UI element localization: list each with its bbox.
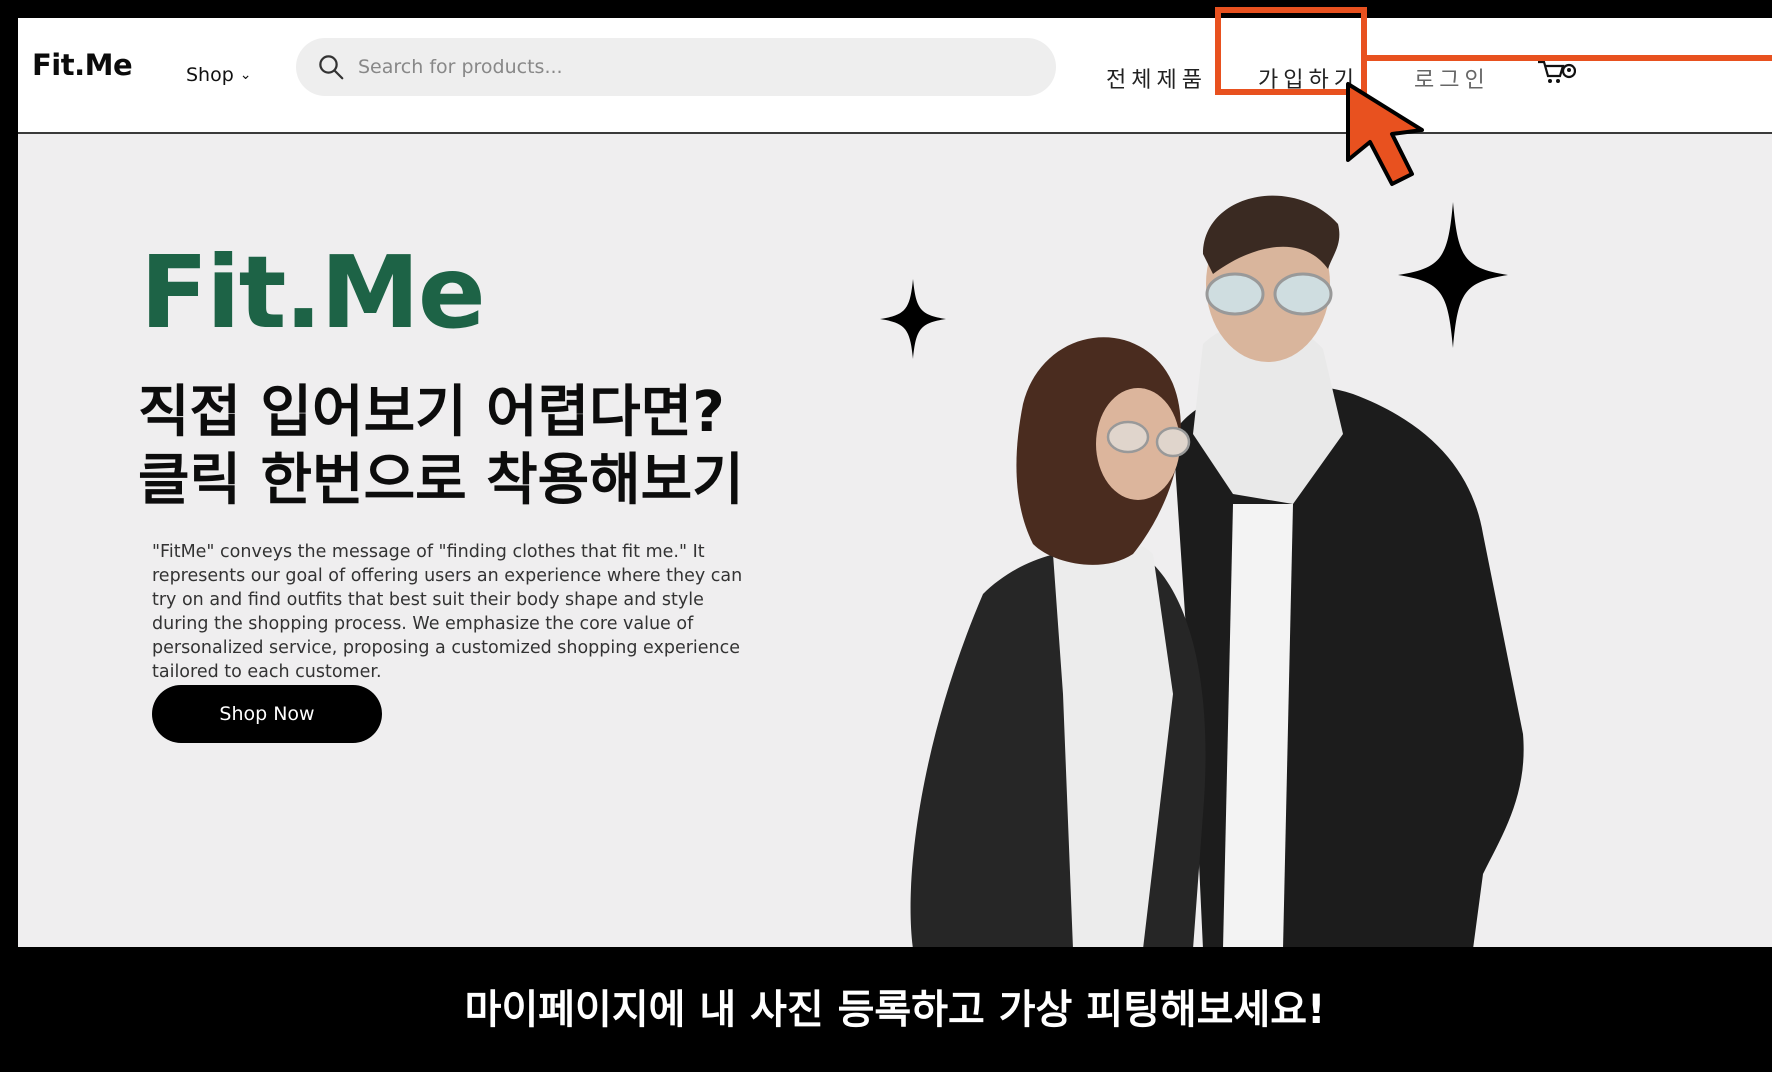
cart-user-icons — [1538, 60, 1577, 83]
headline-line-2: 클릭 한번으로 착용해보기 — [138, 448, 744, 513]
hero-brand-logo: Fit.Me — [140, 234, 486, 351]
hero-description: "FitMe" conveys the message of "finding … — [152, 542, 743, 682]
hero-section: Fit.Me 직접 입어보기 어렵다면? 클릭 한번으로 착용해보기 "FitM… — [18, 134, 1772, 947]
headline-line-1: 직접 입어보기 어렵다면? — [138, 380, 725, 445]
top-navbar: Fit.Me Shop ⌄ 전체제품 가입하기 로그인 — [18, 18, 1772, 134]
promo-banner: 마이페이지에 내 사진 등록하고 가상 피팅해보세요! — [18, 947, 1772, 1072]
cart-icon[interactable] — [1536, 56, 1577, 97]
chevron-down-icon: ⌄ — [239, 67, 252, 83]
search-icon — [319, 55, 344, 80]
hero-headline: 직접 입어보기 어렵다면? 클릭 한번으로 착용해보기 — [138, 379, 744, 515]
cursor-arrow-icon — [1346, 82, 1424, 186]
search-input[interactable] — [356, 55, 1020, 79]
shop-dropdown-label: Shop — [186, 64, 234, 86]
search-bar[interactable] — [296, 38, 1056, 96]
nav-all-products[interactable]: 전체제품 — [1106, 62, 1207, 94]
hero-model-photo — [910, 195, 1524, 947]
shop-dropdown[interactable]: Shop ⌄ — [186, 64, 252, 86]
annotation-line — [1367, 55, 1772, 61]
site-logo[interactable]: Fit.Me — [32, 48, 133, 82]
promo-banner-text: 마이페이지에 내 사진 등록하고 가상 피팅해보세요! — [464, 987, 1326, 1033]
page-frame: Fit.Me Shop ⌄ 전체제품 가입하기 로그인 Fit.Me — [0, 0, 1772, 1072]
shop-now-button[interactable]: Shop Now — [152, 685, 382, 743]
